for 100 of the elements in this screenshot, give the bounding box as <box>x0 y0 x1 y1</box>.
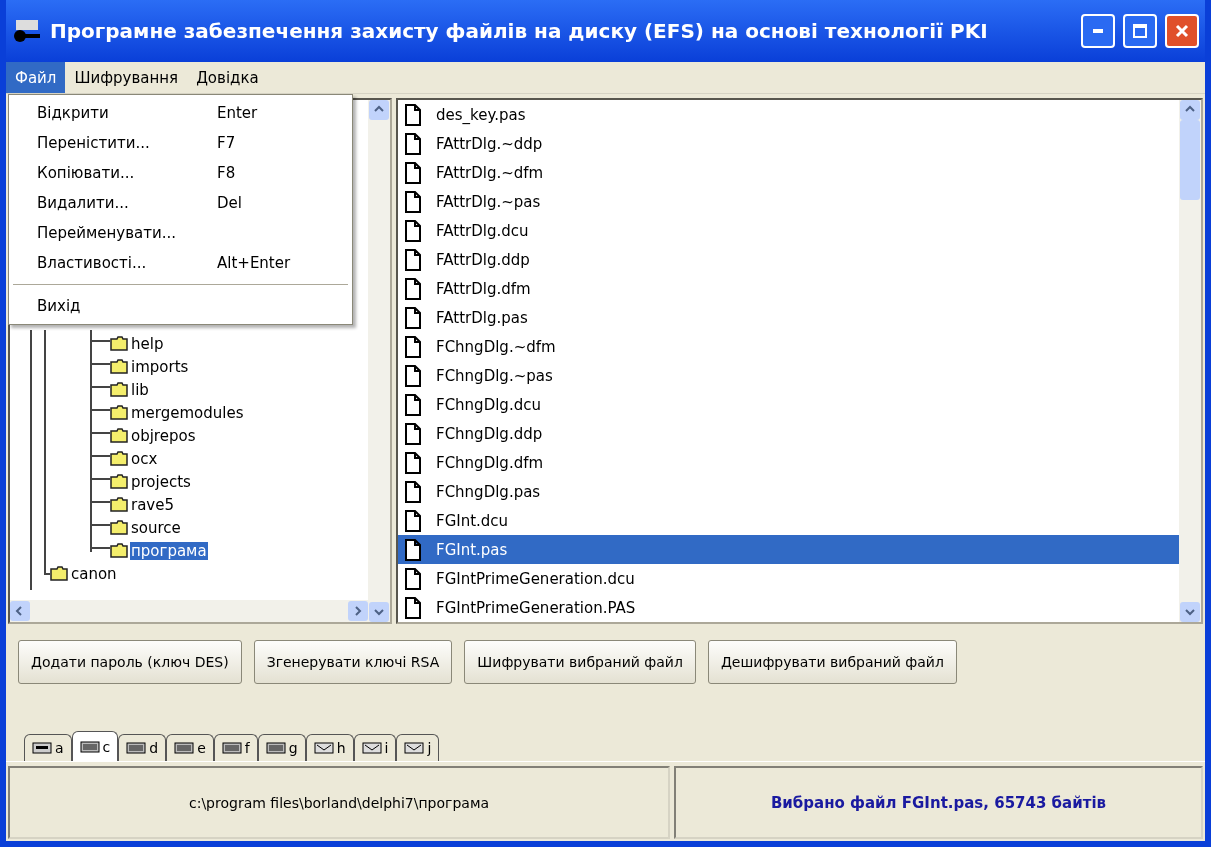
document-icon <box>404 132 422 155</box>
menu-option[interactable]: Властивості... Alt+Enter <box>11 248 350 278</box>
drive-icon <box>126 742 147 754</box>
tree-item[interactable]: mergemodules <box>130 403 245 422</box>
drive-tab[interactable]: c <box>71 731 119 761</box>
close-button[interactable] <box>1165 14 1199 48</box>
file-item[interactable]: FChngDlg.dfm <box>398 448 1179 477</box>
document-icon <box>404 451 422 474</box>
horizontal-scrollbar[interactable] <box>10 600 368 622</box>
drive-tab[interactable]: j <box>396 734 440 761</box>
document-icon <box>404 161 422 184</box>
tree-item[interactable]: imports <box>130 357 190 376</box>
file-item[interactable]: FChngDlg.pas <box>398 477 1179 506</box>
minimize-button[interactable] <box>1081 14 1115 48</box>
file-item[interactable]: FGIntPrimeGeneration.PAS <box>398 593 1179 622</box>
drive-icon <box>404 742 425 754</box>
info-status: Вибрано файл FGInt.pas, 65743 байтів <box>674 766 1203 839</box>
drive-tab[interactable]: g <box>257 734 306 761</box>
file-item[interactable]: FAttrDlg.dfm <box>398 274 1179 303</box>
menu-option[interactable]: Вихід <box>11 291 350 321</box>
chevron-icon[interactable] <box>1184 606 1196 618</box>
menu-option[interactable]: Видалити... Del <box>11 188 350 218</box>
drive-icon <box>221 742 242 754</box>
file-item[interactable]: FChngDlg.~pas <box>398 361 1179 390</box>
menu-item[interactable]: Довідка <box>187 62 268 93</box>
folder-icon <box>110 359 128 374</box>
document-icon <box>404 219 422 242</box>
folder-icon <box>110 497 128 512</box>
maximize-icon <box>1133 24 1147 38</box>
key-icon <box>12 18 42 44</box>
menu-option[interactable]: Перейменувати... <box>11 218 350 248</box>
document-icon <box>404 190 422 213</box>
drive-tab[interactable]: h <box>305 734 354 761</box>
folder-icon <box>110 520 128 535</box>
window-title: Програмне забезпечення захисту файлів на диску (EFS) на основі технології PKI <box>50 19 989 43</box>
drive-icon <box>265 742 286 754</box>
minimize-icon <box>1093 29 1103 33</box>
file-item[interactable]: FChngDlg.ddp <box>398 419 1179 448</box>
drive-tab[interactable]: d <box>118 734 167 761</box>
drive-tab[interactable]: f <box>213 734 258 761</box>
close-icon <box>1175 24 1189 38</box>
action-button[interactable]: Шифрувати вибраний файл <box>464 640 696 684</box>
path-status: c:\program files\borland\delphi7\програма <box>8 766 670 839</box>
file-item[interactable]: FAttrDlg.dcu <box>398 216 1179 245</box>
folder-icon <box>110 428 128 443</box>
document-icon <box>404 277 422 300</box>
tree-item[interactable]: help <box>130 334 165 353</box>
folder-icon <box>110 474 128 489</box>
document-icon <box>404 538 422 561</box>
folder-icon <box>110 382 128 397</box>
file-item[interactable]: FAttrDlg.~ddp <box>398 129 1179 158</box>
folder-icon <box>110 336 128 351</box>
file-item[interactable]: FChngDlg.dcu <box>398 390 1179 419</box>
file-item[interactable]: FChngDlg.~dfm <box>398 332 1179 361</box>
chevron-icon[interactable] <box>352 605 364 617</box>
drive-tab[interactable]: e <box>166 734 214 761</box>
action-button[interactable]: Дешифрувати вибраний файл <box>707 640 957 684</box>
folder-icon <box>50 566 68 581</box>
file-item[interactable]: FAttrDlg.~pas <box>398 187 1179 216</box>
drive-tab[interactable]: a <box>24 734 72 761</box>
action-button[interactable]: Додати пароль (ключ DES) <box>18 640 242 684</box>
document-icon <box>404 306 422 329</box>
document-icon <box>404 335 422 358</box>
file-item[interactable]: FAttrDlg.pas <box>398 303 1179 332</box>
tree-item[interactable]: projects <box>130 472 192 491</box>
drive-icon <box>79 740 100 753</box>
tree-item[interactable]: програма <box>130 541 208 560</box>
maximize-button[interactable] <box>1123 14 1157 48</box>
action-button[interactable]: Згенерувати ключі RSA <box>253 640 453 684</box>
folder-icon <box>110 405 128 420</box>
menu-option[interactable]: Відкрити Enter <box>11 98 350 128</box>
document-icon <box>404 509 422 532</box>
tree-item[interactable]: objrepos <box>130 426 197 445</box>
drive-tab[interactable]: i <box>353 734 397 761</box>
file-item[interactable]: FAttrDlg.~dfm <box>398 158 1179 187</box>
file-item[interactable]: FAttrDlg.ddp <box>398 245 1179 274</box>
file-item[interactable]: des_key.pas <box>398 100 1179 129</box>
document-icon <box>404 422 422 445</box>
tree-item[interactable]: rave5 <box>130 495 175 514</box>
tree-item[interactable]: ocx <box>130 449 159 468</box>
vertical-scrollbar[interactable] <box>1179 100 1201 622</box>
file-item[interactable]: FGInt.pas <box>398 535 1179 564</box>
document-icon <box>404 103 422 126</box>
folder-icon <box>110 451 128 466</box>
folder-icon <box>110 543 128 558</box>
menu-item[interactable]: Файл <box>6 62 66 93</box>
menu-option[interactable]: Копіювати... F8 <box>11 158 350 188</box>
tree-item[interactable]: lib <box>130 380 150 399</box>
menu-option[interactable]: Переністити... F7 <box>11 128 350 158</box>
drive-icon <box>32 742 52 754</box>
scrollbar-thumb[interactable] <box>1180 120 1200 200</box>
file-item[interactable]: FGIntPrimeGeneration.dcu <box>398 564 1179 593</box>
tree-item[interactable]: canon <box>70 564 118 583</box>
chevron-icon[interactable] <box>373 606 385 618</box>
vertical-scrollbar[interactable] <box>368 100 390 622</box>
menu-item[interactable]: Шифрування <box>65 62 188 93</box>
document-icon <box>404 248 422 271</box>
tree-item[interactable]: source <box>130 518 182 537</box>
file-item[interactable]: FGInt.dcu <box>398 506 1179 535</box>
document-icon <box>404 596 422 619</box>
